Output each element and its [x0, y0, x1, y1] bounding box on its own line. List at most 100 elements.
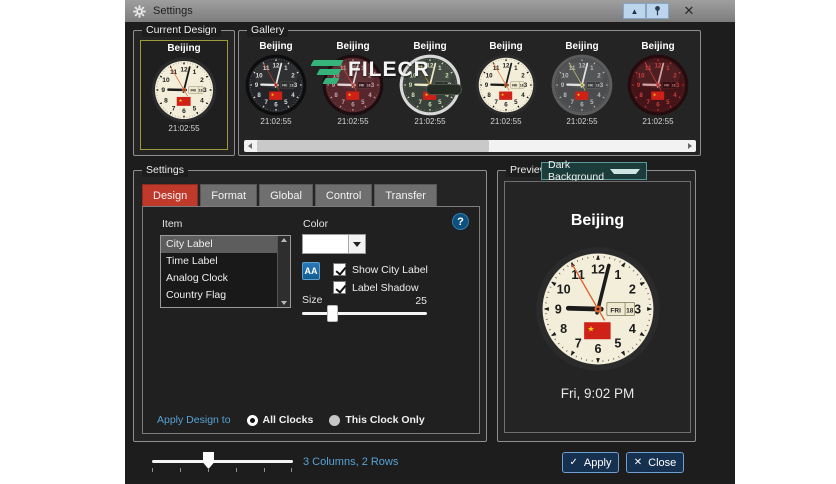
checkbox-icon[interactable] [333, 263, 346, 276]
gallery-scrollbar[interactable] [244, 140, 696, 152]
pin-button[interactable] [646, 3, 669, 19]
svg-text:2: 2 [521, 72, 525, 79]
checkbox-icon[interactable] [333, 281, 346, 294]
font-button[interactable]: AA [302, 262, 320, 280]
clock-city-label: Beijing [565, 41, 599, 52]
svg-text:5: 5 [284, 99, 288, 106]
svg-text:10: 10 [486, 72, 493, 79]
tab-transfer[interactable]: Transfer [374, 184, 437, 206]
grid-slider-track[interactable] [152, 460, 293, 463]
tab-format[interactable]: Format [200, 184, 258, 206]
listbox-scrollbar[interactable] [277, 236, 290, 307]
background-select[interactable]: Dark Background [541, 159, 647, 183]
pin-icon [655, 6, 660, 16]
scroll-up-icon[interactable] [281, 238, 287, 242]
size-slider-track[interactable] [302, 312, 427, 315]
svg-text:★: ★ [501, 92, 505, 97]
radio-icon[interactable] [246, 414, 258, 426]
current-design-tile[interactable]: Beijing 1 2 3 4 5 6 7 8 9 10 11 12 FRI 18 ★ 21:02:5… [140, 40, 228, 150]
gallery-scrollbar-track[interactable] [256, 140, 684, 152]
clock-city-label: Beijing [259, 41, 293, 52]
apply-design-row: Apply Design to All Clocks This Clock On… [157, 411, 467, 429]
svg-text:3: 3 [203, 87, 207, 94]
svg-text:7: 7 [172, 105, 176, 112]
gallery-scrollbar-thumb[interactable] [257, 140, 489, 152]
svg-text:9: 9 [485, 82, 489, 89]
gallery-tile[interactable]: Beijing 123456789101112 FRI 18 ★ 21:02:5… [394, 39, 466, 135]
svg-text:10: 10 [557, 282, 571, 296]
rollup-button[interactable]: ▲ [623, 3, 646, 19]
list-item-country-flag[interactable]: Country Flag [161, 287, 277, 304]
current-design-group: Current Design Beijing 1 2 3 4 5 6 7 8 9 10 11 12 F… [133, 24, 235, 156]
gallery-tile[interactable]: Beijing 123456789101112 FRI 18 ★ 21:02:5… [546, 39, 618, 135]
svg-text:★: ★ [587, 325, 594, 334]
svg-text:2: 2 [629, 282, 636, 296]
clock-time-label: 21:02:55 [260, 117, 292, 126]
color-dropdown[interactable] [302, 234, 366, 254]
gallery-tile[interactable]: Beijing 123456789101112 FRI 18 ★ 21:02:5… [622, 39, 694, 135]
preview-group: Preview Dark Background Beijing 12345678… [497, 159, 696, 442]
color-swatch [303, 235, 348, 253]
svg-text:8: 8 [334, 92, 338, 99]
svg-text:FRI: FRI [664, 84, 669, 88]
radio-all-clocks[interactable]: All Clocks [246, 414, 313, 426]
checkbox-label-shadow[interactable]: Label Shadow [333, 281, 419, 294]
apply-button[interactable]: ✓ Apply [562, 452, 619, 473]
svg-text:6: 6 [182, 108, 186, 115]
checkbox-label: Show City Label [352, 263, 428, 276]
font-icon: AA [304, 266, 318, 276]
list-item-city-label[interactable]: City Label [161, 236, 277, 253]
scroll-left-icon [248, 143, 252, 149]
gallery-tile[interactable]: Beijing 123456789101112 FRI 18 ★ 21:02:5… [240, 39, 312, 135]
preview-analog-clock: 123456789101112 FRI 18 ★ [535, 246, 661, 372]
svg-text:FRI: FRI [512, 84, 517, 88]
slider-tick [291, 468, 292, 472]
svg-text:10: 10 [256, 72, 263, 79]
checkbox-label: Label Shadow [352, 281, 419, 294]
scroll-left-button[interactable] [244, 140, 256, 152]
svg-text:8: 8 [560, 322, 567, 336]
svg-text:12: 12 [427, 63, 434, 70]
grid-slider-thumb[interactable] [203, 452, 214, 469]
svg-text:★: ★ [577, 92, 581, 97]
scroll-down-icon[interactable] [281, 301, 287, 305]
svg-text:9: 9 [255, 82, 259, 89]
size-label: Size [302, 294, 323, 306]
titlebar-close-button[interactable]: ✕ [679, 1, 699, 21]
svg-text:9: 9 [161, 87, 165, 94]
gallery-tile[interactable]: Beijing 123456789101112 FRI 18 ★ 21:02:5… [470, 39, 542, 135]
svg-text:8: 8 [487, 92, 491, 99]
close-button[interactable]: ✕ Close [626, 452, 684, 473]
apply-button-label: Apply [583, 456, 612, 469]
svg-text:18: 18 [199, 89, 203, 93]
settings-group-label: Settings [142, 164, 188, 177]
tab-control[interactable]: Control [314, 184, 373, 206]
svg-text:6: 6 [594, 342, 601, 356]
slider-tick [152, 468, 153, 472]
svg-text:18: 18 [367, 84, 371, 88]
tab-global[interactable]: Global [259, 184, 313, 206]
preview-panel: Beijing 123456789101112 FRI 18 ★ Fri, 9:… [504, 181, 691, 433]
help-button[interactable]: ? [452, 213, 469, 230]
svg-text:6: 6 [504, 102, 508, 109]
gallery-tile[interactable]: Beijing 123456789101112 FRI 18 ★ 21:02:5… [317, 39, 389, 135]
preview-city-label: Beijing [570, 212, 625, 229]
analog-clock: 123456789101112 FRI 18 ★ [551, 54, 613, 116]
list-item-analog-clock[interactable]: Analog Clock [161, 270, 277, 287]
svg-text:8: 8 [411, 92, 415, 99]
radio-icon[interactable] [329, 414, 341, 426]
clock-city-label: Beijing [336, 41, 370, 52]
list-item-time-label[interactable]: Time Label [161, 253, 277, 270]
scroll-right-button[interactable] [684, 140, 696, 152]
titlebar-close-icon: ✕ [683, 3, 695, 18]
svg-text:7: 7 [342, 99, 346, 106]
svg-text:4: 4 [629, 322, 636, 336]
radio-this-clock-only[interactable]: This Clock Only [329, 414, 425, 426]
size-slider-thumb[interactable] [327, 305, 338, 322]
svg-text:8: 8 [257, 92, 261, 99]
svg-text:4: 4 [521, 92, 525, 99]
svg-text:2: 2 [597, 72, 601, 79]
checkbox-show-city-label[interactable]: Show City Label [333, 263, 428, 276]
tab-design[interactable]: Design [142, 184, 199, 206]
svg-text:3: 3 [371, 82, 375, 89]
